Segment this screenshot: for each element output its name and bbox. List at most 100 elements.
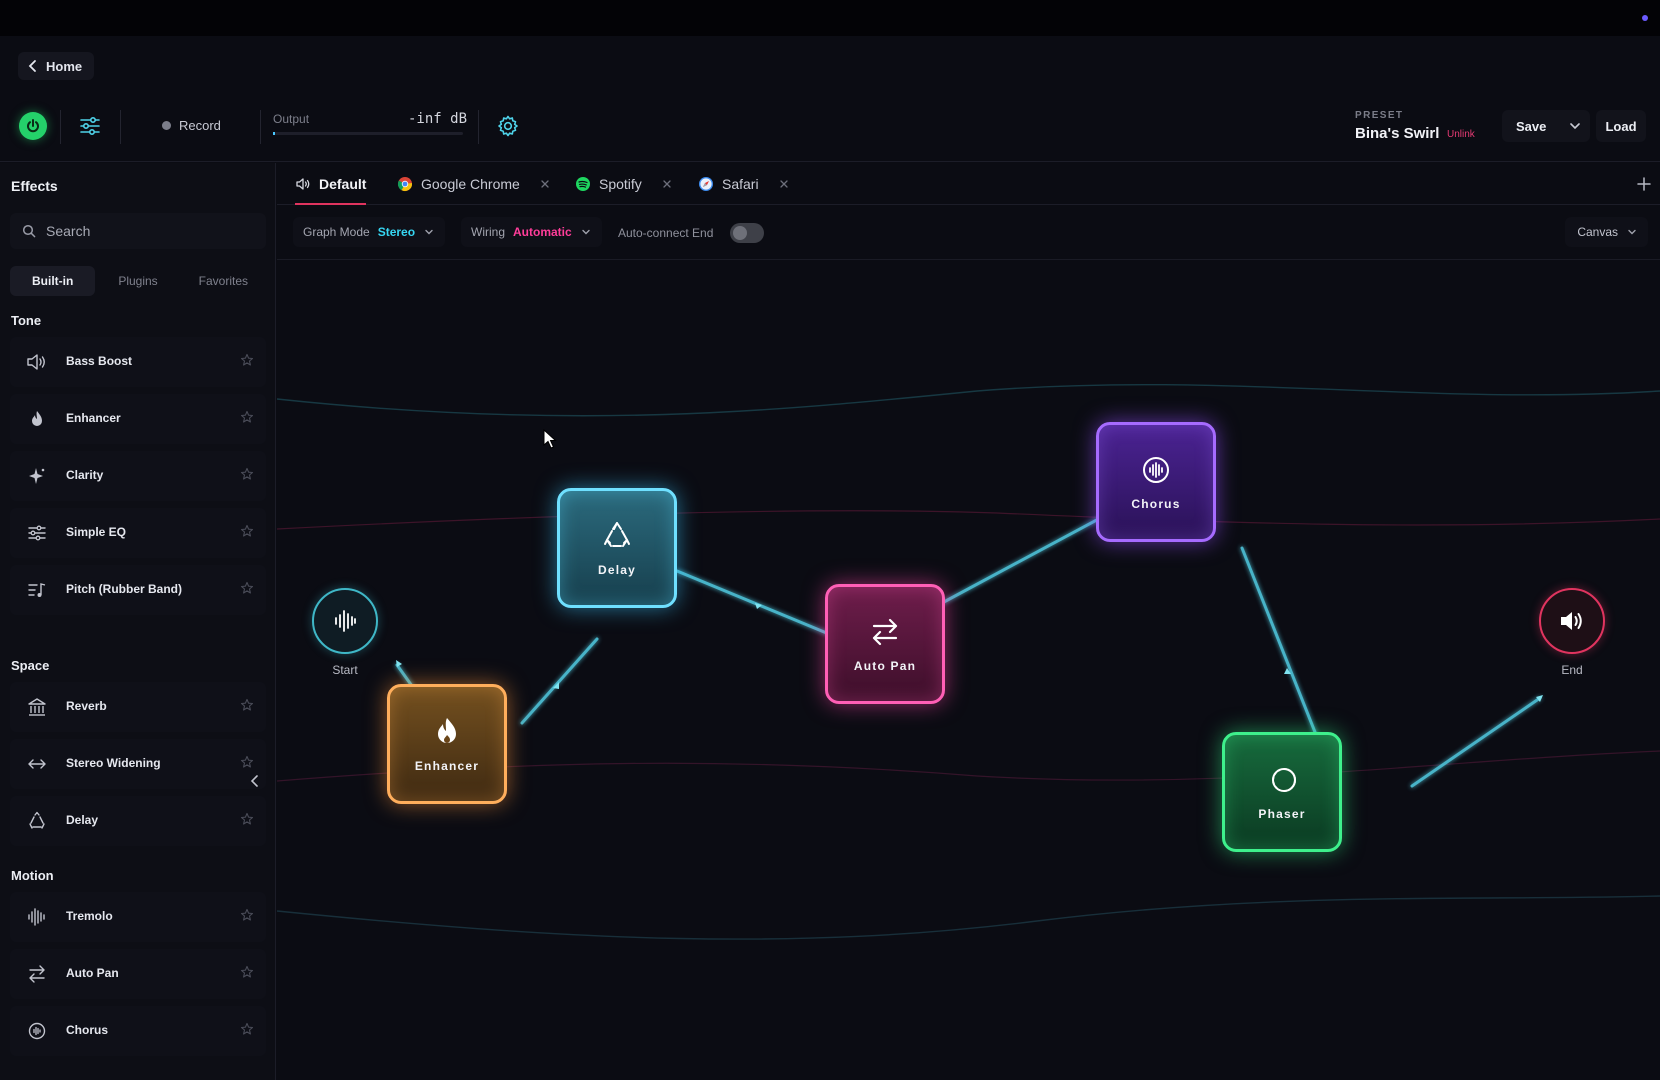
star-icon[interactable] bbox=[240, 965, 254, 979]
end-node[interactable] bbox=[1539, 588, 1605, 654]
end-label: End bbox=[1561, 663, 1583, 677]
mixer-sliders-icon[interactable] bbox=[78, 114, 102, 138]
effect-label: Bass Boost bbox=[66, 354, 133, 368]
effect-item-clarity[interactable]: Clarity bbox=[10, 451, 266, 501]
star-icon[interactable] bbox=[240, 698, 254, 712]
add-tab-icon[interactable] bbox=[1636, 176, 1652, 192]
graph-mode-value: Stereo bbox=[377, 225, 416, 239]
save-button[interactable]: Save bbox=[1502, 110, 1590, 142]
search-input[interactable] bbox=[46, 223, 246, 239]
node-chorus[interactable]: Chorus bbox=[1096, 422, 1216, 542]
sidebar-title: Effects bbox=[11, 178, 58, 194]
effects-sidebar: Effects Built-in Plugins Favorites Tone … bbox=[0, 163, 276, 1080]
wires-layer bbox=[277, 383, 1660, 940]
segment-built-in[interactable]: Built-in bbox=[10, 266, 96, 296]
effect-item-bass-boost[interactable]: Bass Boost bbox=[10, 337, 266, 387]
segment-favorites[interactable]: Favorites bbox=[181, 266, 266, 296]
effect-item-delay[interactable]: Delay bbox=[10, 796, 266, 846]
close-icon[interactable] bbox=[540, 179, 550, 189]
start-label: Start bbox=[332, 663, 358, 677]
search-icon bbox=[22, 224, 36, 238]
background-wave bbox=[277, 383, 1660, 417]
hall-icon bbox=[28, 698, 46, 716]
gear-icon[interactable] bbox=[496, 114, 520, 138]
search-box[interactable] bbox=[10, 213, 266, 249]
node-enhancer[interactable]: Enhancer bbox=[387, 684, 507, 804]
speaker-icon bbox=[1561, 612, 1582, 630]
star-icon[interactable] bbox=[240, 581, 254, 595]
wiring-value: Automatic bbox=[513, 225, 572, 239]
effect-label: Simple EQ bbox=[66, 525, 127, 539]
spotify-icon bbox=[576, 177, 590, 191]
power-button[interactable] bbox=[19, 112, 47, 140]
category-space: Space bbox=[11, 658, 50, 673]
effect-item-stereo-widening[interactable]: Stereo Widening bbox=[10, 739, 266, 789]
home-label: Home bbox=[46, 58, 83, 74]
output-meter-fill bbox=[273, 132, 275, 135]
effect-item-pitch[interactable]: Pitch (Rubber Band) bbox=[10, 565, 266, 615]
star-icon[interactable] bbox=[240, 1022, 254, 1036]
graph-controls: Graph Mode Stereo Wiring Automatic Auto-… bbox=[277, 206, 1660, 260]
graph-mode-dropdown[interactable]: Graph Mode Stereo bbox=[293, 217, 446, 247]
chevron-down-icon[interactable] bbox=[1568, 119, 1582, 133]
source-tabs: Default Google Chrome Spotify Safari bbox=[277, 163, 1660, 205]
effect-item-reverb[interactable]: Reverb bbox=[10, 682, 266, 732]
start-node[interactable] bbox=[312, 588, 378, 654]
star-icon[interactable] bbox=[240, 410, 254, 424]
unlink-link[interactable]: Unlink bbox=[1447, 129, 1475, 140]
effect-item-chorus[interactable]: Chorus bbox=[10, 1006, 266, 1056]
canvas-dropdown[interactable]: Canvas bbox=[1565, 217, 1648, 247]
wire-enhancer-delay bbox=[520, 637, 599, 725]
auto-connect-toggle[interactable] bbox=[730, 223, 764, 243]
save-label: Save bbox=[1516, 118, 1547, 134]
star-icon[interactable] bbox=[240, 908, 254, 922]
close-icon[interactable] bbox=[662, 179, 672, 189]
node-phaser[interactable]: Phaser bbox=[1222, 732, 1342, 852]
tab-google-chrome[interactable]: Google Chrome bbox=[397, 163, 550, 205]
effect-item-tremolo[interactable]: Tremolo bbox=[10, 892, 266, 942]
tab-spotify[interactable]: Spotify bbox=[575, 163, 672, 205]
load-button[interactable]: Load bbox=[1596, 110, 1646, 142]
star-icon[interactable] bbox=[240, 524, 254, 538]
preset-name: Bina's Swirl bbox=[1355, 125, 1440, 142]
collapse-sidebar-icon[interactable] bbox=[248, 774, 262, 788]
node-auto-pan[interactable]: Auto Pan bbox=[825, 584, 945, 704]
close-icon[interactable] bbox=[779, 179, 789, 189]
wiring-dropdown[interactable]: Wiring Automatic bbox=[461, 217, 602, 247]
graph-canvas[interactable]: Start Delay Enhancer Auto Pan Chorus Pha… bbox=[277, 261, 1660, 1080]
category-motion: Motion bbox=[11, 868, 54, 883]
node-delay[interactable]: Delay bbox=[557, 488, 677, 608]
toolbar-divider bbox=[260, 110, 261, 144]
tab-label: Spotify bbox=[599, 176, 642, 192]
effect-label: Clarity bbox=[66, 468, 104, 482]
effect-item-enhancer[interactable]: Enhancer bbox=[10, 394, 266, 444]
chevron-down-icon bbox=[425, 229, 433, 235]
tab-default[interactable]: Default bbox=[293, 163, 368, 205]
effect-label: Auto Pan bbox=[66, 966, 119, 980]
mouse-cursor-icon bbox=[543, 429, 557, 449]
node-label: Phaser bbox=[1258, 807, 1306, 821]
effect-item-simple-eq[interactable]: Simple EQ bbox=[10, 508, 266, 558]
home-button[interactable]: Home bbox=[18, 52, 95, 80]
chrome-icon bbox=[397, 177, 412, 192]
speaker-icon bbox=[296, 178, 310, 190]
wiring-label: Wiring bbox=[471, 225, 506, 239]
arrows-horizontal-icon bbox=[28, 759, 46, 769]
swap-arrows-icon bbox=[872, 618, 898, 646]
segment-plugins[interactable]: Plugins bbox=[95, 266, 180, 296]
star-icon[interactable] bbox=[240, 812, 254, 826]
wire-delay-autopan bbox=[675, 569, 831, 636]
tab-safari[interactable]: Safari bbox=[698, 163, 789, 205]
wire-start-enhancer bbox=[395, 663, 414, 688]
chevron-down-icon bbox=[581, 229, 590, 235]
tab-label: Google Chrome bbox=[421, 176, 520, 192]
star-icon[interactable] bbox=[240, 755, 254, 769]
toolbar-divider bbox=[478, 110, 479, 144]
output-label: Output bbox=[273, 112, 310, 126]
effect-item-auto-pan[interactable]: Auto Pan bbox=[10, 949, 266, 999]
star-icon[interactable] bbox=[240, 353, 254, 367]
star-icon[interactable] bbox=[240, 467, 254, 481]
recycle-icon bbox=[29, 811, 45, 829]
record-button[interactable]: Record bbox=[162, 118, 221, 133]
waveform-icon bbox=[335, 610, 356, 632]
